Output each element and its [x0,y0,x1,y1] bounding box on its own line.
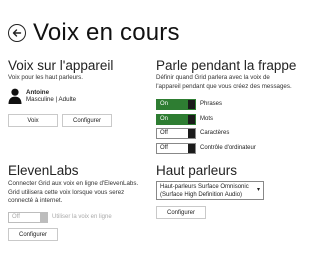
phrases-toggle[interactable]: On [156,98,196,110]
toggle-row-mots: On Mots [156,113,213,125]
elevenlabs-title: ElevenLabs [8,163,79,178]
toggle-state: On [160,101,169,107]
page-header: Voix en cours [8,19,180,47]
toggle-state: On [160,116,169,122]
back-button[interactable] [8,24,26,42]
online-voice-toggle[interactable]: Off [8,211,48,223]
toggle-row-controle: Off Contrôle d'ordinateur [156,142,256,154]
toggle-thumb [188,114,195,124]
device-voice-configure-button[interactable]: Configurer [62,114,112,127]
toggle-label: Phrases [200,101,223,107]
speakers-title: Haut parleurs [156,163,238,178]
toggle-row-online-voice: Off Utiliser la voix en ligne [8,211,112,223]
toggle-state: Off [12,214,20,220]
chevron-down-icon: ▾ [256,187,260,193]
current-voice: Antoine Masculine | Adulte [8,88,76,104]
toggle-row-phrases: On Phrases [156,98,222,110]
page-title: Voix en cours [33,19,180,46]
speaker-selected-value: Haut-parleurs Surface Omnisonic (Surface… [160,184,249,198]
toggle-row-caracteres: Off Caractères [156,127,229,139]
toggle-thumb [188,128,195,138]
toggle-thumb [40,212,47,222]
elevenlabs-configure-button[interactable]: Configurer [8,228,58,241]
controle-ordinateur-toggle[interactable]: Off [156,142,196,154]
toggle-label: Contrôle d'ordinateur [200,145,256,151]
toggle-state: Off [160,130,168,136]
speak-while-typing-title: Parle pendant la frappe [156,58,297,73]
voice-meta: Masculine | Adulte [26,96,77,103]
voice-name: Antoine [26,88,50,96]
person-icon [8,88,22,104]
caracteres-toggle[interactable]: Off [156,127,196,139]
device-voice-title: Voix sur l'appareil [8,58,114,73]
speak-while-typing-description: Définir quand Grid parlera avec la voix … [156,74,292,90]
speakers-configure-button[interactable]: Configurer [156,206,206,219]
toggle-thumb [188,143,195,153]
toggle-label: Caractères [200,130,230,136]
toggle-state: Off [160,145,168,151]
toggle-label: Utiliser la voix en ligne [52,214,112,220]
voice-button[interactable]: Voix [8,114,58,127]
voice-settings-page: Voix en cours Voix sur l'appareil Voix p… [0,0,300,253]
speaker-select[interactable]: Haut-parleurs Surface Omnisonic (Surface… [156,181,264,200]
elevenlabs-description: Connecter Grid aux voix en ligne d'Eleve… [8,180,139,204]
arrow-left-icon [12,29,22,37]
device-voice-description: Voix pour les haut parleurs. [8,74,83,81]
mots-toggle[interactable]: On [156,113,196,125]
toggle-thumb [188,99,195,109]
toggle-label: Mots [200,116,214,122]
